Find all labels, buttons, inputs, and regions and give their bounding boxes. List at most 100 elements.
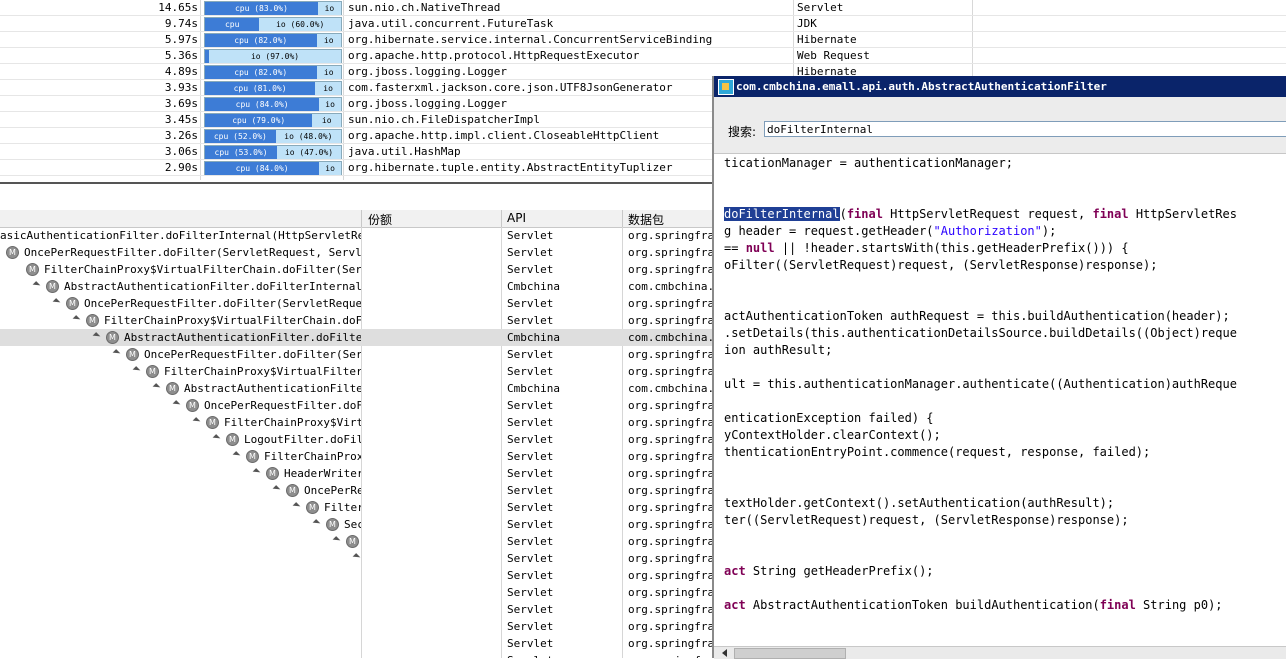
horizontal-scrollbar[interactable] [714, 646, 1286, 659]
tree-row[interactable]: M FilterChainProxy$Vi Servlet org.springfra… [0, 448, 714, 465]
code-token: ter((ServletRequest)request, (ServletRes… [724, 513, 1129, 527]
code-line: actAuthenticationToken authRequest = thi… [724, 309, 1230, 323]
column-separator[interactable] [622, 210, 623, 227]
expand-arrow-icon[interactable] [152, 383, 161, 391]
tree-row[interactable]: M FilterChainProxy$VirtualFi Servlet org.sp… [0, 414, 714, 431]
hotspot-row[interactable]: 9.74s cpu io (60.0%) java.util.concurrent.F… [0, 16, 1286, 32]
hotspot-row[interactable]: 14.65s cpu (83.0%) io sun.nio.ch.NativeThre… [0, 0, 1286, 16]
hotspot-method: org.hibernate.tuple.entity.AbstractEntit… [348, 161, 673, 174]
tree-row[interactable]: M OncePerRequestFilter.doFilter(ServletRe… [0, 346, 714, 363]
io-segment: io [312, 114, 341, 127]
scroll-left-arrow-icon[interactable] [722, 649, 727, 657]
tree-row[interactable]: M FilterChainProxy$VirtualFilterChain.doF… [0, 261, 714, 278]
expand-arrow-icon[interactable] [172, 400, 181, 408]
expand-arrow-icon[interactable] [292, 502, 301, 510]
code-line: g header = request.getHeader("Authorizat… [724, 224, 1056, 238]
tree-row[interactable]: MFi Servlet org.springfram [0, 533, 714, 550]
expand-arrow-icon[interactable] [312, 519, 321, 527]
tree-row[interactable]: Servlet org.springfram [0, 618, 714, 635]
cpu-io-bar: cpu (82.0%) io [204, 65, 342, 80]
column-header-share[interactable]: 份额 [368, 211, 392, 228]
search-label: 搜索: [728, 125, 757, 139]
expand-arrow-icon[interactable] [232, 451, 241, 459]
tree-node [0, 584, 361, 601]
tree-row[interactable]: Servlet org.springfram [0, 601, 714, 618]
expand-arrow-icon[interactable] [212, 434, 221, 442]
tree-row[interactable]: M FilterCha Servlet org.springfram [0, 499, 714, 516]
tree-node: M Secur [0, 516, 361, 533]
tree-node: M OncePerRequestFilter.doFilter [0, 397, 361, 414]
tree-row[interactable]: M OncePerReque Servlet org.springfram [0, 482, 714, 499]
tree-row[interactable]: M OncePerRequestFilter.doFilter Servlet org… [0, 397, 714, 414]
expand-arrow-icon[interactable] [92, 332, 101, 340]
method-icon: M [346, 535, 359, 548]
code-token: final [846, 207, 883, 221]
io-segment: io [319, 98, 341, 111]
tree-node: M FilterCha [0, 499, 361, 516]
expand-arrow-icon[interactable] [272, 485, 281, 493]
code-token: "Authorization" [933, 224, 1042, 238]
api-label: Servlet [507, 552, 554, 565]
tree-row[interactable]: Servlet org.springfram [0, 635, 714, 652]
tree-row[interactable]: Servlet org.springfram [0, 652, 714, 658]
cpu-segment: cpu (84.0%) [205, 98, 320, 111]
tree-row[interactable]: M AbstractAuthenticationFilter.doF Cmbchin… [0, 380, 714, 397]
tree-row[interactable]: M OncePerRequestFilter.doFilter(ServletRe… [0, 295, 714, 312]
tree-row[interactable]: M AbstractAuthenticationFilter.doFilterIn… [0, 278, 714, 295]
tree-row[interactable]: M Secur Servlet org.springfram [0, 516, 714, 533]
hotspot-time: 9.74s [164, 17, 198, 30]
expand-arrow-icon[interactable] [252, 468, 261, 476]
expand-arrow-icon[interactable] [52, 298, 61, 306]
expand-arrow-icon[interactable] [192, 417, 201, 425]
api-label: Servlet [507, 399, 554, 412]
code-token: HttpServletRes [1128, 207, 1237, 221]
column-header-package[interactable]: 数据包 [628, 211, 664, 228]
column-separator[interactable] [361, 210, 362, 227]
io-segment: io [317, 2, 341, 15]
search-input[interactable] [764, 121, 1286, 137]
expand-arrow-icon[interactable] [112, 349, 121, 357]
code-line: thenticationEntryPoint.commence(request,… [724, 445, 1150, 459]
tree-row[interactable]: M AbstractAuthenticationFilter.doFilterIn… [0, 329, 714, 346]
code-line: ter((ServletRequest)request, (ServletRes… [724, 513, 1129, 527]
package-label: org.springfram [628, 467, 712, 480]
code-line: ticationManager = authenticationManager; [724, 156, 1013, 170]
package-label: org.springfram [628, 297, 712, 310]
window-title-bar[interactable]: com.cmbchina.emall.api.auth.AbstractAuth… [714, 76, 1286, 97]
hotspot-time: 5.36s [164, 49, 198, 62]
code-line: yContextHolder.clearContext(); [724, 428, 941, 442]
cpu-segment: cpu (52.0%) [205, 130, 276, 143]
expand-arrow-icon[interactable] [32, 281, 41, 289]
scrollbar-thumb[interactable] [734, 648, 846, 659]
package-label: com.cmbchina.e [628, 331, 712, 344]
hotspot-row[interactable]: 5.97s cpu (82.0%) io org.hibernate.service.… [0, 32, 1286, 48]
cpu-io-bar: cpu (82.0%) io [204, 33, 342, 48]
expand-arrow-icon[interactable] [72, 315, 81, 323]
expand-arrow-icon[interactable] [352, 553, 361, 561]
api-label: Servlet [507, 637, 554, 650]
tree-row[interactable]: M Servlet org.springfram [0, 550, 714, 567]
column-separator[interactable] [501, 210, 502, 227]
expand-arrow-icon[interactable] [132, 366, 141, 374]
expand-arrow-icon[interactable] [332, 536, 341, 544]
column-header-api[interactable]: API [507, 211, 526, 225]
tree-row[interactable]: M OncePerRequestFilter.doFilter(ServletRe… [0, 244, 714, 261]
tree-row[interactable]: Servlet org.springfram [0, 567, 714, 584]
method-signature: Secur [344, 518, 361, 531]
package-label: org.springfram [628, 654, 712, 658]
tree-row[interactable]: M FilterChainProxy$VirtualFilterChain. Ser… [0, 363, 714, 380]
tree-row[interactable]: Servlet org.springfram [0, 584, 714, 601]
io-segment: io [319, 162, 341, 175]
package-label: org.springfram [628, 620, 712, 633]
method-signature: FilterChainProxy$VirtualFilterChain. [164, 365, 361, 378]
hotspot-category: Servlet [797, 1, 844, 14]
method-signature: FilterChainProxy$VirtualFilterChain.doFi… [44, 263, 361, 276]
tree-row[interactable]: M LogoutFilter.doFilter(Servlet org.spring… [0, 431, 714, 448]
source-code-view[interactable]: ticationManager = authenticationManager;… [714, 154, 1286, 644]
code-line: enticationException failed) { [724, 411, 934, 425]
tree-row[interactable]: M FilterChainProxy$VirtualFilterChain.doF… [0, 312, 714, 329]
hotspot-row[interactable]: 5.36s io (97.0%) org.apache.http.protocol.… [0, 48, 1286, 64]
api-label: Servlet [507, 229, 554, 242]
tree-row[interactable]: asicAuthenticationFilter.doFilterInterna… [0, 227, 714, 244]
tree-row[interactable]: M HeaderWriterFil Servlet org.springfram [0, 465, 714, 482]
